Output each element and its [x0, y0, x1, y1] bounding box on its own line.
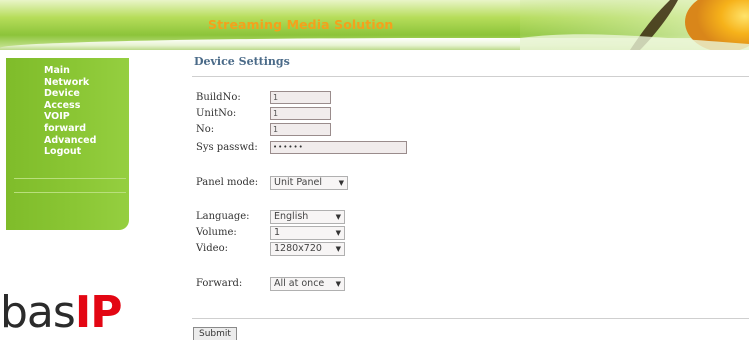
- unit-no-input[interactable]: 1: [270, 107, 331, 120]
- no-label: No:: [196, 124, 215, 135]
- banner-title: Streaming Media Solution: [208, 17, 394, 32]
- sidebar-item-forward[interactable]: forward: [6, 123, 129, 135]
- forward-select[interactable]: All at once ▼: [270, 277, 345, 291]
- sidebar-item-logout[interactable]: Logout: [6, 146, 129, 158]
- language-select[interactable]: English ▼: [270, 210, 345, 224]
- submit-button[interactable]: Submit: [193, 327, 237, 340]
- chevron-down-icon: ▼: [335, 229, 341, 237]
- sys-passwd-label: Sys passwd:: [196, 142, 258, 153]
- page-title: Device Settings: [194, 55, 290, 68]
- panel-mode-select[interactable]: Unit Panel ▼: [270, 176, 348, 190]
- sidebar-item-advanced[interactable]: Advanced: [6, 135, 129, 147]
- sidebar-item-voip[interactable]: VOIP: [6, 111, 129, 123]
- panel-mode-label: Panel mode:: [196, 177, 259, 188]
- banner-decoration-icon: [520, 0, 749, 50]
- sidebar-item-main[interactable]: Main: [6, 65, 129, 77]
- video-select[interactable]: 1280x720 ▼: [270, 242, 345, 256]
- build-no-input[interactable]: 1: [270, 91, 331, 104]
- volume-select[interactable]: 1 ▼: [270, 226, 345, 240]
- video-label: Video:: [196, 243, 228, 254]
- volume-value: 1: [274, 227, 281, 238]
- sidebar-item-network[interactable]: Network: [6, 77, 129, 89]
- volume-label: Volume:: [196, 227, 237, 238]
- build-no-label: BuildNo:: [196, 92, 241, 103]
- sidebar-nav: Main Network Device Access VOIP forward …: [6, 58, 129, 230]
- forward-value: All at once: [274, 278, 325, 289]
- chevron-down-icon: ▼: [335, 280, 341, 288]
- header-banner: Streaming Media Solution: [0, 0, 749, 50]
- sidebar-item-access[interactable]: Access: [6, 100, 129, 112]
- chevron-down-icon: ▼: [335, 213, 341, 221]
- sidebar-divider: [14, 192, 126, 193]
- language-label: Language:: [196, 211, 250, 222]
- chevron-down-icon: ▼: [335, 245, 341, 253]
- no-input[interactable]: 1: [270, 123, 331, 136]
- panel-mode-value: Unit Panel: [274, 177, 322, 188]
- brand-logo: basIP: [0, 287, 123, 339]
- sys-passwd-input[interactable]: ••••••: [270, 141, 407, 154]
- title-divider: [192, 76, 749, 77]
- logo-text-ip: IP: [74, 287, 123, 338]
- unit-no-label: UnitNo:: [196, 108, 237, 119]
- logo-text-bas: bas: [0, 287, 76, 338]
- form-divider: [192, 318, 749, 319]
- forward-label: Forward:: [196, 278, 243, 289]
- sidebar-divider: [14, 178, 126, 179]
- sidebar-item-device[interactable]: Device: [6, 88, 129, 100]
- video-value: 1280x720: [274, 243, 322, 254]
- chevron-down-icon: ▼: [338, 179, 344, 187]
- language-value: English: [274, 211, 309, 222]
